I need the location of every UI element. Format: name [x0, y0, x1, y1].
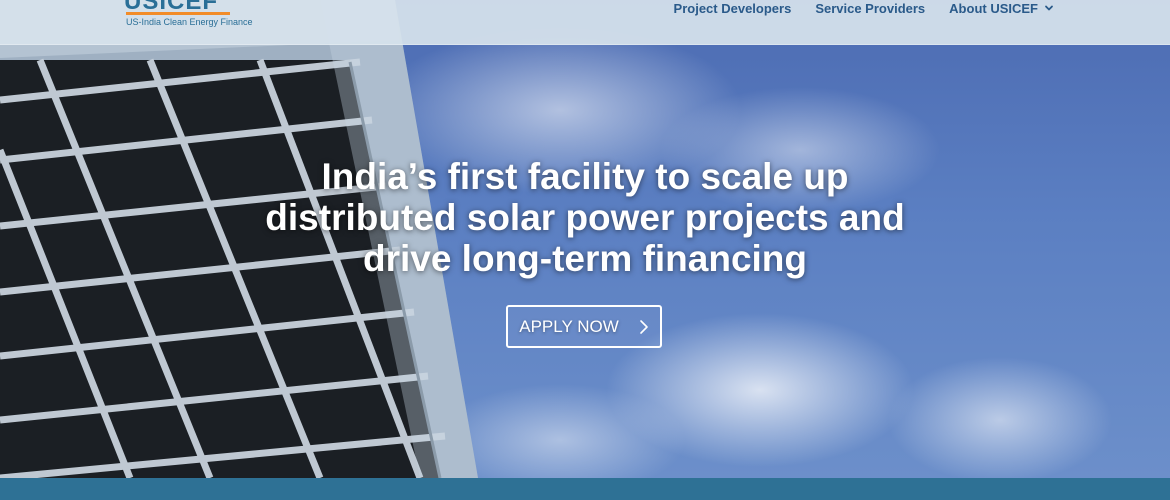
hero-title-line-1: India’s first facility to scale up — [321, 156, 849, 197]
nav-service-providers[interactable]: Service Providers — [815, 1, 925, 16]
nav-service-providers-label: Service Providers — [815, 0, 926, 16]
nav-about-usicef[interactable]: About USICEF — [949, 1, 1054, 16]
bottom-strip — [0, 478, 1170, 500]
main-nav: Project Developers Service Providers Abo… — [674, 0, 1054, 16]
usicef-logo[interactable]: USICEF US-India Clean Energy Finance — [124, 0, 253, 32]
nav-project-developers[interactable]: Project Developers — [674, 1, 792, 16]
logo-underline — [126, 12, 230, 15]
chevron-down-icon — [1045, 5, 1053, 11]
hero-title-line-3: drive long-term financing — [362, 238, 808, 279]
nav-about-usicef-label: About USICEF — [949, 0, 1038, 16]
logo-tagline: US-India Clean Energy Finance — [126, 17, 253, 27]
hero-title-line-2: distributed solar power projects and — [265, 197, 905, 238]
apply-now-button[interactable]: APPLY NOW — [506, 305, 662, 348]
nav-project-developers-label: Project Developers — [673, 0, 792, 16]
apply-now-label: APPLY NOW — [519, 316, 619, 336]
site-header: USICEF US-India Clean Energy Finance Pro… — [0, 0, 1170, 45]
chevron-right-icon — [639, 319, 648, 334]
hero-title: India’s first facility to scale up distr… — [235, 156, 935, 279]
